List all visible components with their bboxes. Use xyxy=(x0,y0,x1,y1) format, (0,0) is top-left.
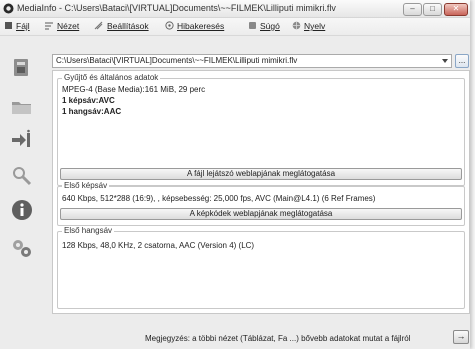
minimize-button[interactable]: – xyxy=(403,3,422,16)
mediainfo-window: MediaInfo - C:\Users\Bataci\[VIRTUAL]Doc… xyxy=(0,0,470,349)
footer-note: Megjegyzés: a többi nézet (Táblázat, Fa … xyxy=(145,334,411,343)
video-group: Első képsáv 640 Kbps, 512*288 (16:9), , … xyxy=(57,181,465,226)
general-format: MPEG-4 (Base Media):161 MiB, 29 perc xyxy=(62,85,206,94)
menu-settings[interactable]: Beállítások xyxy=(94,21,149,33)
language-icon xyxy=(292,21,301,32)
settings-icon xyxy=(94,21,104,32)
menu-debug-label: Hibakeresés xyxy=(177,21,225,31)
open-folder-icon[interactable] xyxy=(10,94,34,118)
general-group: Gyűjtő és általános adatok MPEG-4 (Base … xyxy=(57,73,465,186)
menu-help[interactable]: Súgó xyxy=(248,21,280,33)
video-details: 640 Kbps, 512*288 (16:9), , képsebesség:… xyxy=(62,194,376,203)
info-panel: Gyűjtő és általános adatok MPEG-4 (Base … xyxy=(52,70,470,314)
codec-website-button[interactable]: A képkódek weblapjának meglátogatása xyxy=(60,208,462,220)
audio-details: 128 Kbps, 48,0 KHz, 2 csatorna, AAC (Ver… xyxy=(62,241,255,250)
menu-view-label: Nézet xyxy=(57,21,80,31)
menu-view[interactable]: Nézet xyxy=(44,21,79,33)
help-icon xyxy=(248,21,257,32)
video-count: 1 képsáv:AVC xyxy=(62,96,115,105)
view-icon xyxy=(44,21,54,32)
settings-gears-icon[interactable] xyxy=(10,236,34,260)
menu-settings-label: Beállítások xyxy=(107,21,149,31)
file-path-value: C:\Users\Bataci\[VIRTUAL]Documents\~~FIL… xyxy=(56,56,298,65)
menu-language-label: Nyelv xyxy=(304,21,326,31)
browse-button[interactable]: ... xyxy=(455,54,469,68)
chevron-down-icon xyxy=(442,59,448,63)
menu-debug[interactable]: Hibakeresés xyxy=(165,21,224,33)
window-title: MediaInfo - C:\Users\Bataci\[VIRTUAL]Doc… xyxy=(17,3,336,13)
open-file-icon[interactable] xyxy=(10,56,34,80)
audio-count: 1 hangsáv:AAC xyxy=(62,107,122,116)
close-button[interactable]: ✕ xyxy=(444,3,468,16)
file-icon xyxy=(4,21,13,32)
next-view-button[interactable]: → xyxy=(453,330,469,344)
maximize-button[interactable]: □ xyxy=(423,3,442,16)
export-icon[interactable] xyxy=(10,128,34,152)
menu-language[interactable]: Nyelv xyxy=(292,21,325,33)
menu-help-label: Súgó xyxy=(260,21,280,31)
menu-bar: Fájl Nézet Beállítások Hibakeresés Súgó … xyxy=(0,18,470,36)
video-group-title: Első képsáv xyxy=(62,181,110,190)
mediainfo-logo-icon xyxy=(3,3,14,14)
menu-file-label: Fájl xyxy=(16,21,30,31)
general-group-title: Gyűjtő és általános adatok xyxy=(62,73,161,82)
debug-icon xyxy=(165,21,174,32)
audio-group-title: Első hangsáv xyxy=(62,226,115,235)
menu-file[interactable]: Fájl xyxy=(4,21,30,33)
file-path-dropdown[interactable]: C:\Users\Bataci\[VIRTUAL]Documents\~~FIL… xyxy=(52,54,452,68)
info-icon[interactable] xyxy=(10,198,34,222)
player-website-button[interactable]: A fájl lejátszó weblapjának meglátogatás… xyxy=(60,168,462,180)
audio-group: Első hangsáv 128 Kbps, 48,0 KHz, 2 csato… xyxy=(57,226,465,309)
search-icon[interactable] xyxy=(10,164,34,188)
left-toolbar xyxy=(0,36,42,349)
title-bar[interactable]: MediaInfo - C:\Users\Bataci\[VIRTUAL]Doc… xyxy=(0,0,470,18)
